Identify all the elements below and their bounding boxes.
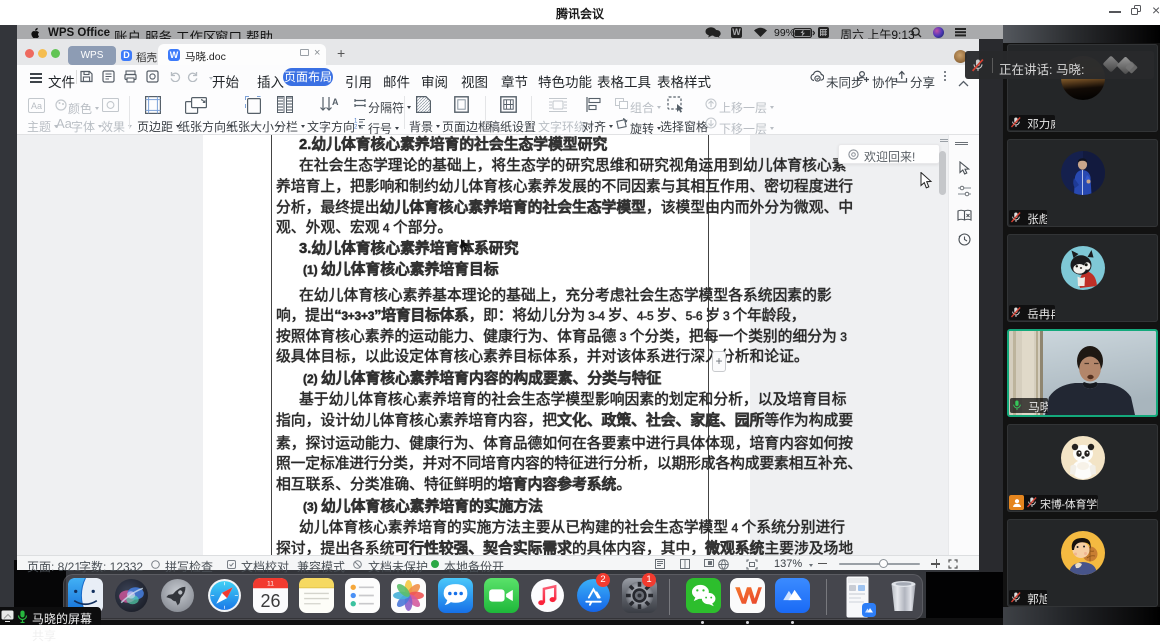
svg-text:26: 26 [260, 591, 280, 611]
svg-text:11: 11 [267, 581, 274, 588]
